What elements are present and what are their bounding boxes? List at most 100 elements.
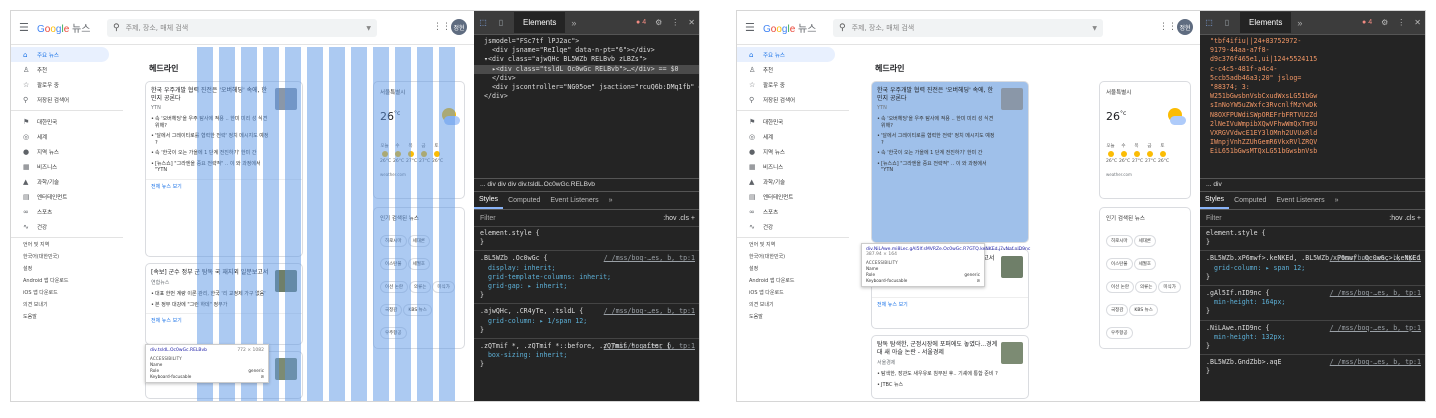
topic-chip[interactable]: 세월호	[407, 258, 430, 270]
filter-tools[interactable]: :hov .cls +	[663, 215, 695, 222]
css-property[interactable]: box-sizing: inherit;	[480, 351, 695, 360]
sidebar-item[interactable]: ♙ 추천	[11, 62, 123, 77]
bullet-item[interactable]: 본 정부 대강에 "그런 하데" 정부가	[151, 300, 302, 311]
css-property[interactable]: grid-gap: ▸ inherit;	[480, 282, 695, 291]
news-thumbnail[interactable]	[275, 358, 297, 380]
device-icon[interactable]: ▯	[492, 18, 510, 27]
sidebar-item[interactable]: ▤ 엔터테인먼트	[737, 189, 849, 204]
gear-icon[interactable]: ⚙	[1381, 18, 1388, 27]
code-line[interactable]: EiL651bGwsMTQxLG51bGwsbnVsb	[1210, 147, 1425, 156]
filter-input[interactable]: Filter	[480, 215, 496, 222]
weather-card[interactable]: 서울특별시 26°c 오늘 26°C 수 26°C 목 27°C 금 27°C 토 26°C we…	[1099, 81, 1191, 199]
topic-chip[interactable]: 국정감	[1106, 304, 1129, 316]
news-card[interactable]: 한국 우주개발 협력 진전은 '오버헤딩' 속에, 한민지 공론다 YTN 속 …	[145, 81, 303, 257]
css-rule[interactable]: /_/mss/boq-…es,_b,_tp:1 .BL5WZb .Oc0wGc {…	[480, 254, 695, 300]
close-icon[interactable]: ✕	[1414, 18, 1421, 27]
css-source-link[interactable]: /_/mss/boq-…es,_b,_tp:1	[604, 307, 695, 316]
menu-icon[interactable]: ☰	[745, 21, 757, 34]
code-line[interactable]: ▸<div class="tsldL Oc0wGc RELBvb">…</div…	[474, 64, 699, 74]
bullet-item[interactable]: '달에서 그레이티로를 협력한 전략' 정치 메시지도 예정 ?	[151, 131, 302, 148]
bullet-item[interactable]: 속 '오버헤딩'을 우주 탐사에 적용 .. 한미 미리 성 식견 위해?	[877, 114, 1028, 131]
code-line[interactable]: ▾<div class="ajwQHc BL5WZb RELBvb zLBZs"…	[484, 55, 699, 64]
device-icon[interactable]: ▯	[1218, 18, 1236, 27]
sidebar-link[interactable]: 의견 보내기	[11, 301, 123, 313]
css-source-link[interactable]: /_/mss/boq-…es,_b,_tp:1	[1330, 289, 1421, 298]
bullet-item[interactable]: [뉴스쇼] "그라엔을 중요 전략적" .. 이 와 과정에서 "YTN	[877, 159, 1028, 176]
sidebar-link[interactable]: 도움말	[11, 313, 123, 325]
sidebar-link[interactable]: 한국어(대한민국)	[737, 253, 849, 265]
sidebar-item[interactable]: ● 지역 뉴스	[737, 144, 849, 159]
tab-elements[interactable]: Elements	[1240, 12, 1292, 33]
code-line[interactable]: "88374; 3:	[1210, 83, 1425, 92]
news-thumbnail[interactable]	[275, 88, 297, 110]
more-tabs-icon[interactable]: »	[571, 18, 576, 28]
css-rule[interactable]: element.style {}	[1206, 229, 1421, 247]
css-rule[interactable]: /_/mss/boq-…es,_b,_tp:1 .BL5WZb.GndZbb>.a…	[1206, 358, 1421, 376]
code-line[interactable]: W251bGwsbnVsbCxudWxsLG51bGw	[1210, 92, 1425, 101]
css-rule[interactable]: element.style {}	[480, 229, 695, 247]
news-thumbnail[interactable]	[1001, 88, 1023, 110]
avatar[interactable]: 정현	[1177, 19, 1193, 35]
css-property[interactable]: grid-template-columns: inherit;	[480, 273, 695, 282]
sidebar-item[interactable]: ⚑ 대한민국	[737, 114, 849, 129]
sidebar-item[interactable]: ∿ 건강	[737, 219, 849, 234]
styles-tab[interactable]: Styles	[474, 192, 504, 209]
code-line[interactable]: d9c376f465e1,ui|124+5524115	[1210, 55, 1425, 64]
sidebar-link[interactable]: 언어 및 지역	[11, 241, 123, 253]
bullet-item[interactable]: [뉴스쇼] "그라엔을 중요 전략적" .. 이 와 과정에서 "YTN	[151, 159, 302, 176]
apps-grid-icon[interactable]: ⋮⋮	[433, 22, 451, 32]
styles-tab[interactable]: Computed	[503, 193, 545, 208]
code-line[interactable]: VXRGVVdwcE1EY3lOMnh2UVUxRld	[1210, 129, 1425, 138]
weather-card[interactable]: 서울특별시 26°c 오늘 26°C 수 26°C 목 27°C 금 27°C 토 26°C we…	[373, 81, 465, 199]
styles-tab[interactable]: Styles	[1200, 192, 1230, 209]
bullet-item[interactable]: 속 '한국이 오는 가을에 1 단계 전진하기' 한미 간	[877, 148, 1028, 159]
code-line[interactable]: sInNoYW5uZWxfc3RvcnlfMzYwDk	[1210, 101, 1425, 110]
styles-tab[interactable]: Event Listeners	[545, 193, 603, 208]
topic-chip[interactable]: 미식가	[432, 281, 455, 293]
news-card[interactable]: [속보] 군수 정부 군 탐독 국 재지외 일분보고서 연합뉴스 대표 한번 계…	[145, 263, 303, 345]
inspect-icon[interactable]: ⬚	[1200, 18, 1218, 27]
avatar[interactable]: 정현	[451, 19, 467, 35]
code-line[interactable]: c-c4c5-481f-a4c4-	[1210, 65, 1425, 74]
topic-chip[interactable]: 이선 논란	[380, 281, 408, 293]
inspect-icon[interactable]: ⬚	[474, 18, 492, 27]
code-line[interactable]: 2lNeIVuWmpibXQwVFhwWmQxTm9U	[1210, 120, 1425, 129]
bullet-item[interactable]: 속 '한국이 오는 가을에 1 단계 전진하기' 한미 간	[151, 148, 302, 159]
sidebar-item[interactable]: ▲ 과학/기술	[11, 174, 123, 189]
sidebar-link[interactable]: Android 앱 다운로드	[11, 277, 123, 289]
sidebar-item[interactable]: ⚲ 저장된 검색어	[11, 92, 123, 107]
kebab-menu-icon[interactable]: ⋮	[671, 18, 679, 27]
topic-chip[interactable]: 히로시마	[1106, 235, 1133, 247]
topic-chip[interactable]: 세대론	[1133, 235, 1156, 247]
code-line[interactable]: jsmodel="FSc7tf lPJ2ac">	[484, 37, 699, 46]
google-news-logo[interactable]: Google 뉴스	[763, 20, 816, 35]
css-rules[interactable]: element.style {} /_/mss/boq-…es,_b,_tp:1.…	[474, 227, 699, 372]
error-badge[interactable]: ● 4	[636, 19, 646, 26]
css-rule[interactable]: /_/mss/boq-…es,_b,_tp:1 .gAl5If.nID9nc { …	[1206, 289, 1421, 317]
css-rule[interactable]: /_/mss/boq-…es,_b,_tp:1 .ajwQHc, .CR4yTe,…	[480, 307, 695, 335]
css-rule[interactable]: /_/mss/boq-…es,_b,_tp:1 .NiLAwe.nID9nc { …	[1206, 324, 1421, 352]
code-line[interactable]: 5ccb5adb46a3;20" jslog=	[1210, 74, 1425, 83]
bullet-item[interactable]: 탐색한, 장관도 새우유로 침부된 후.. 기셰에 통합 준비 ?	[877, 369, 1028, 380]
styles-tab[interactable]: Event Listeners	[1271, 193, 1329, 208]
topic-chip[interactable]: 미식가	[1158, 281, 1181, 293]
news-card-highlighted[interactable]: 한국 우주개발 협력 진전은 '오버헤딩' 속에, 한민지 공론다 YTN 속 …	[871, 81, 1029, 243]
topic-chip[interactable]: 국정감	[380, 304, 403, 316]
filter-tools[interactable]: :hov .cls +	[1389, 215, 1421, 222]
css-source-link[interactable]: /_/mss/boq-…es,_b,_tp:1	[604, 254, 695, 263]
styles-filter[interactable]: Filter :hov .cls +	[474, 210, 699, 227]
css-rules[interactable]: element.style {} /_/mss/boq-…es,_b,_tp:1.…	[1200, 227, 1425, 379]
chevron-down-icon[interactable]: ▼	[366, 25, 371, 32]
topic-chip[interactable]: 의류는	[1135, 281, 1158, 293]
code-line[interactable]: 9179-44aa-a7f8-	[1210, 46, 1425, 55]
google-news-logo[interactable]: Google 뉴스	[37, 20, 90, 35]
code-line[interactable]: </div>	[484, 74, 699, 83]
sidebar-item[interactable]: ● 지역 뉴스	[11, 144, 123, 159]
css-property[interactable]: min-height: 132px;	[1206, 333, 1421, 342]
topic-chip[interactable]: 세월호	[1133, 258, 1156, 270]
sidebar-item[interactable]: ◎ 세계	[11, 129, 123, 144]
sidebar-item[interactable]: ∞ 스포츠	[11, 204, 123, 219]
css-source-link[interactable]: /_/mss/boq-…es,_b,_tp:1	[1330, 324, 1421, 333]
elements-tree[interactable]: jsmodel="FSc7tf lPJ2ac"> <div jsname="Re…	[474, 35, 699, 178]
topic-chip[interactable]: 이스탄불	[1106, 258, 1133, 270]
